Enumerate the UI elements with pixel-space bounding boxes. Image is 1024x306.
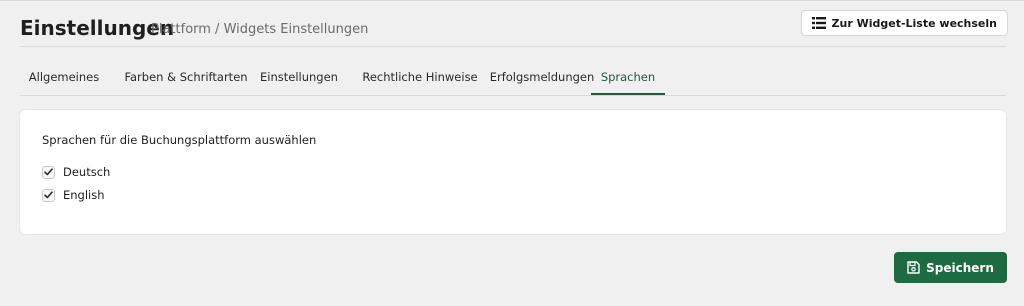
tab-rechtliche-hinweise[interactable]: Rechtliche Hinweise (349, 60, 491, 95)
tab-erfolgsmeldungen[interactable]: Erfolgsmeldungen (478, 60, 606, 95)
english-checkbox[interactable] (42, 188, 55, 202)
tab-einstellungen[interactable]: Einstellungen (251, 60, 347, 95)
language-option-deutsch[interactable]: Deutsch (42, 165, 110, 179)
tab-sprachen[interactable]: Sprachen (591, 60, 665, 95)
list-icon (811, 17, 826, 29)
deutsch-label: Deutsch (63, 165, 111, 179)
widget-list-button[interactable]: Zur Widget-Liste wechseln (800, 10, 1008, 36)
languages-label: Sprachen für die Buchungsplattform auswä… (42, 133, 317, 147)
top-border (0, 0, 1024, 1)
check-icon (44, 191, 53, 199)
settings-tabs: Allgemeines Farben & Schriftarten Einste… (20, 60, 1006, 96)
save-button-label: Speichern (926, 260, 994, 275)
header-divider (20, 46, 1006, 47)
widget-list-button-label: Zur Widget-Liste wechseln (831, 16, 997, 30)
language-option-english[interactable]: English (42, 188, 105, 202)
save-button[interactable]: Speichern (894, 252, 1007, 283)
tab-farben-schriftarten[interactable]: Farben & Schriftarten (110, 60, 262, 95)
save-icon (907, 261, 920, 274)
english-label: English (63, 188, 105, 202)
deutsch-checkbox[interactable] (42, 165, 55, 179)
tab-allgemeines[interactable]: Allgemeines (20, 60, 108, 95)
page-header: Einstellungen Plattform / Widgets Einste… (20, 10, 1008, 46)
languages-card: Sprachen für die Buchungsplattform auswä… (20, 110, 1006, 234)
check-icon (44, 168, 53, 176)
breadcrumb: Plattform / Widgets Einstellungen (151, 22, 369, 37)
